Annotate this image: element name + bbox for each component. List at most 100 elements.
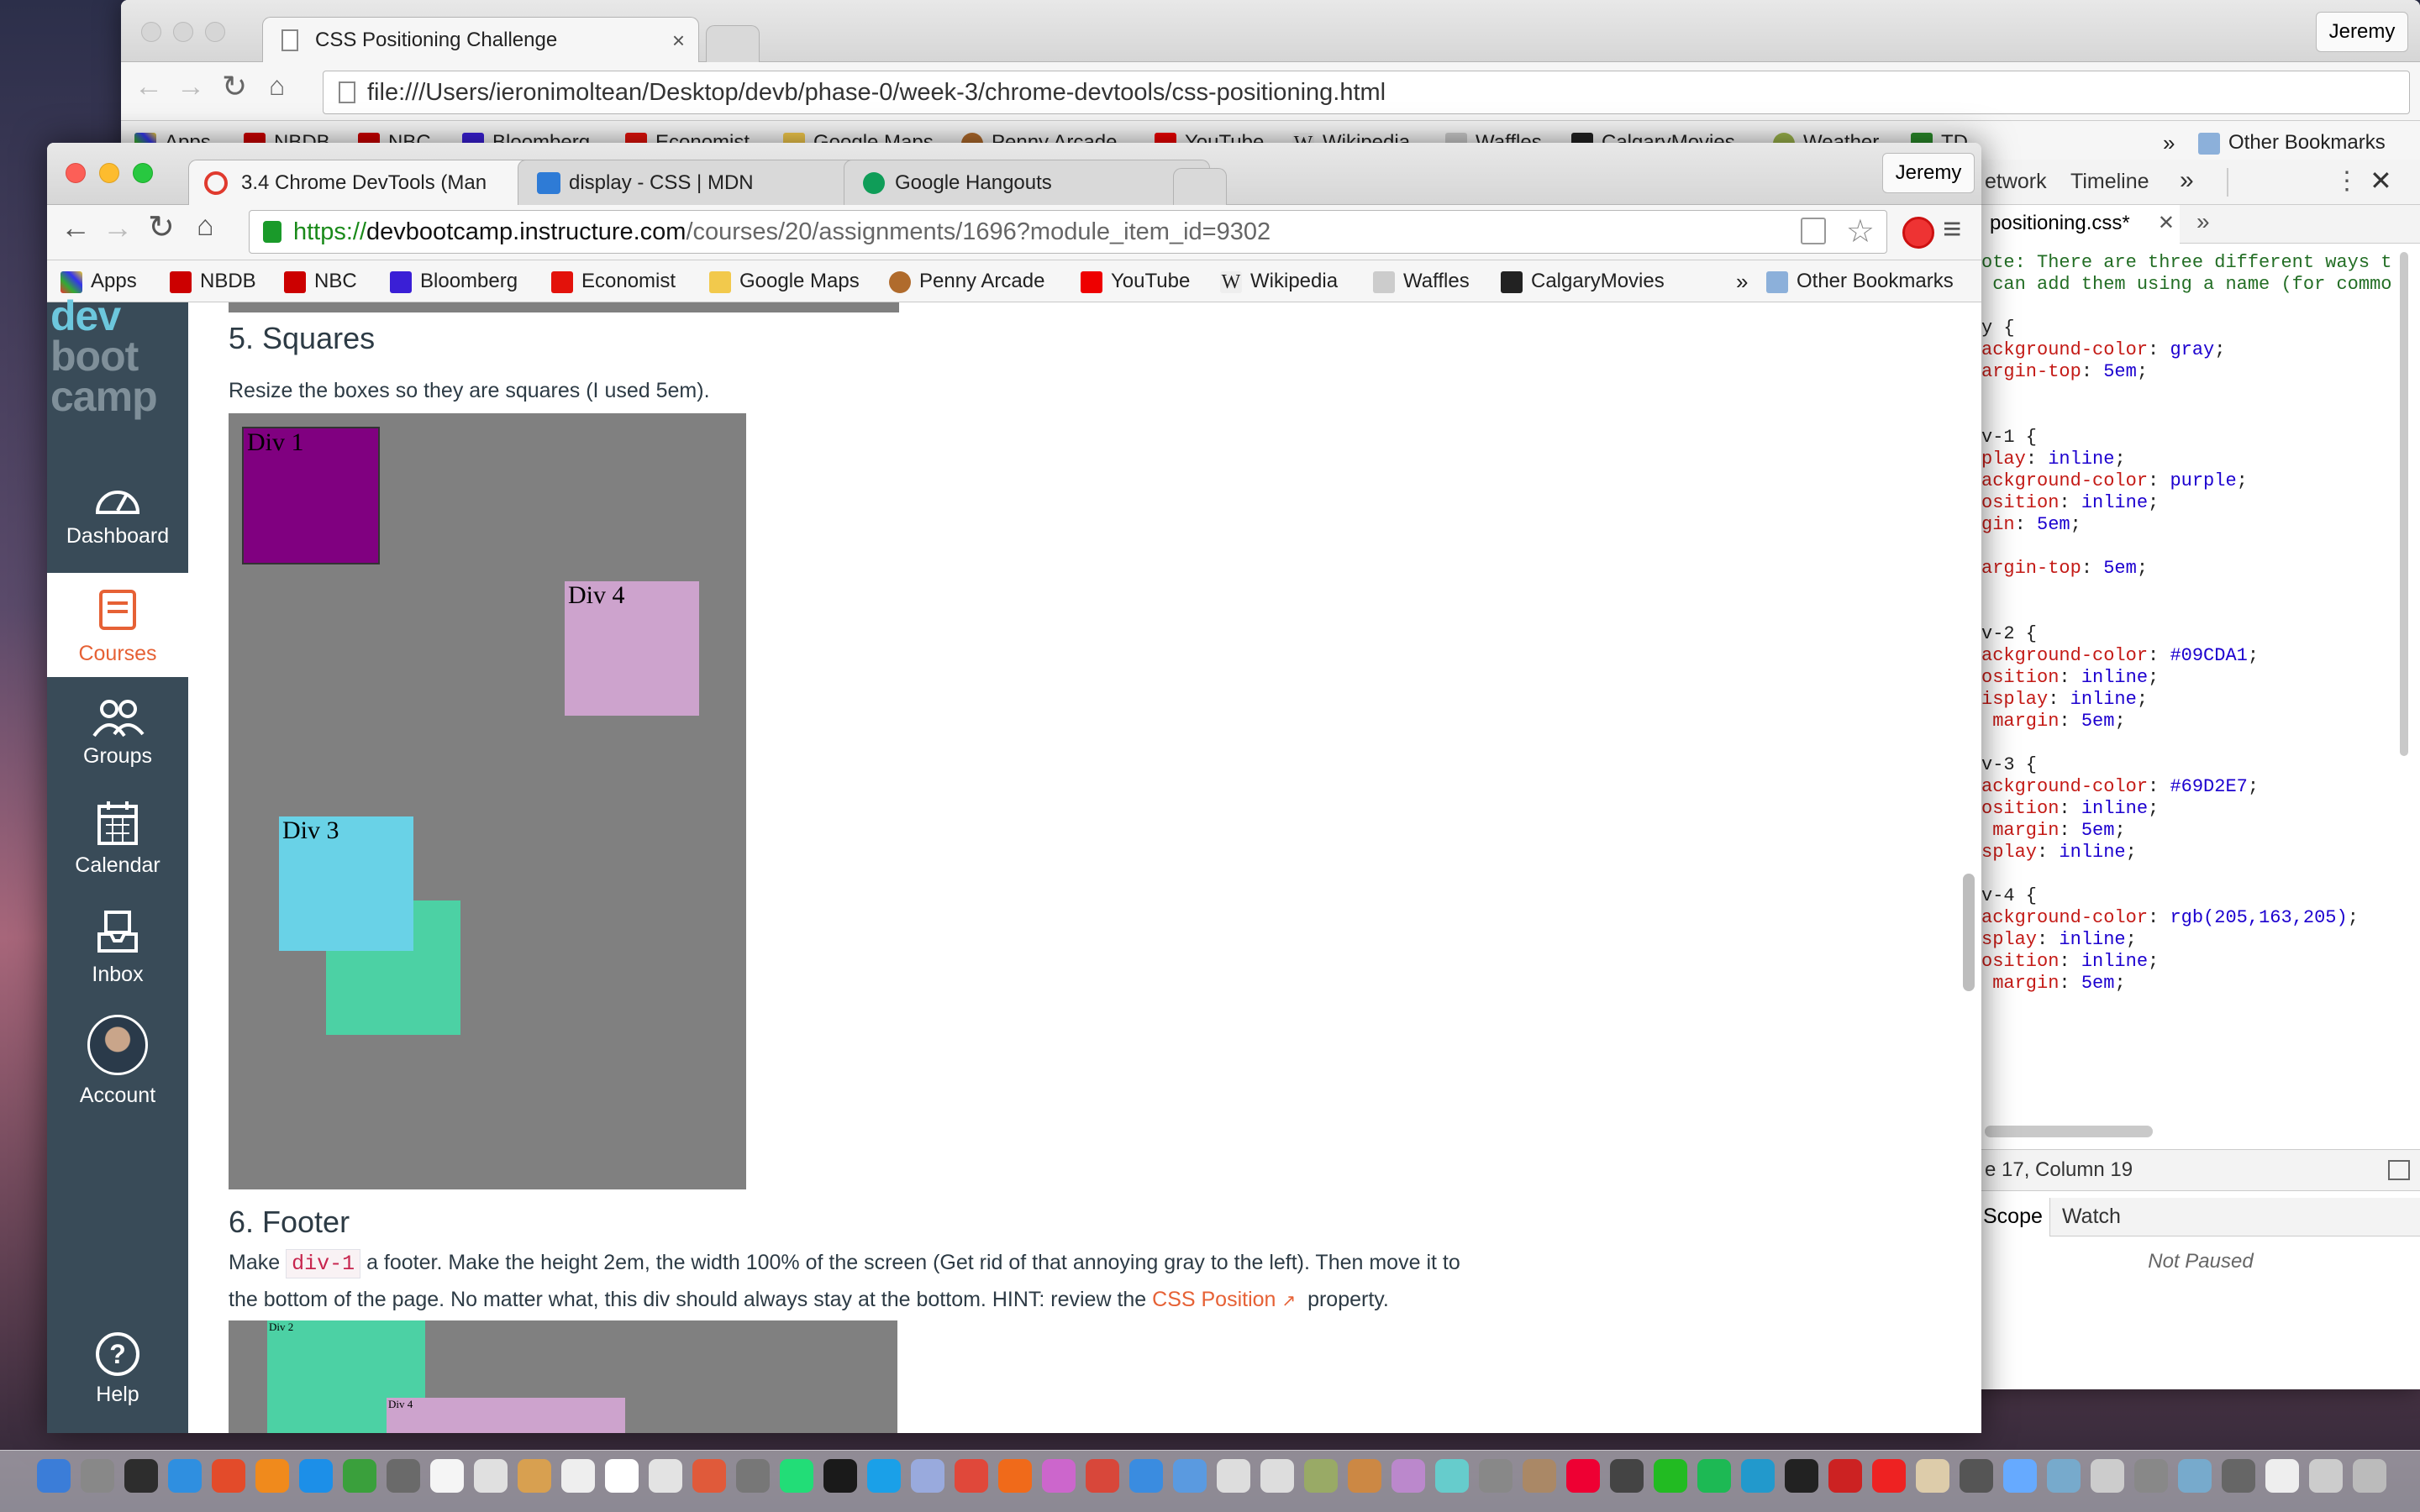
reload-icon[interactable]: ↻ xyxy=(148,208,175,246)
dock-app-icon[interactable] xyxy=(299,1459,333,1493)
bookmark-penny-arcade[interactable]: Penny Arcade xyxy=(889,260,1044,302)
dock-app-icon[interactable] xyxy=(911,1459,944,1493)
dock-app-icon[interactable] xyxy=(1960,1459,1993,1493)
horizontal-scrollbar[interactable] xyxy=(1985,1126,2153,1137)
toggle-drawer-icon[interactable] xyxy=(2388,1160,2410,1180)
dock-app-icon[interactable] xyxy=(1217,1459,1250,1493)
dock-app-icon[interactable] xyxy=(692,1459,726,1493)
nav-calendar[interactable]: Calendar xyxy=(47,800,188,900)
dock-app-icon[interactable] xyxy=(605,1459,639,1493)
bookmark-star-icon[interactable]: ☆ xyxy=(1846,211,1875,253)
more-files-icon[interactable]: » xyxy=(2196,208,2210,235)
dock-app-icon[interactable] xyxy=(1872,1459,1906,1493)
dock-app-icon[interactable] xyxy=(1523,1459,1556,1493)
dock-app-icon[interactable] xyxy=(2178,1459,2212,1493)
back-close-dot[interactable] xyxy=(141,22,161,42)
dock-app-icon[interactable] xyxy=(2091,1459,2124,1493)
nav-inbox[interactable]: Inbox xyxy=(47,909,188,1010)
bookmark-economist[interactable]: Economist xyxy=(551,260,676,302)
dock-app-icon[interactable] xyxy=(1086,1459,1119,1493)
dock-app-icon[interactable] xyxy=(124,1459,158,1493)
nav-help[interactable]: ? Help xyxy=(47,1332,188,1416)
extension-icon[interactable] xyxy=(1902,217,1934,249)
kebab-menu-icon[interactable]: ⋮ xyxy=(2334,166,2360,196)
devbootcamp-logo[interactable]: dev boot camp xyxy=(47,295,188,417)
dock-app-icon[interactable] xyxy=(1392,1459,1425,1493)
dock-app-icon[interactable] xyxy=(1129,1459,1163,1493)
minimize-window-dot[interactable] xyxy=(99,163,119,183)
dock-app-icon[interactable] xyxy=(1741,1459,1775,1493)
dock-app-icon[interactable] xyxy=(1260,1459,1294,1493)
tab-network[interactable]: etwork xyxy=(1985,170,2047,194)
tab-google-hangouts[interactable]: Google Hangouts × xyxy=(844,160,1210,205)
forward-arrow-icon[interactable]: → xyxy=(103,210,133,245)
dock-app-icon[interactable] xyxy=(518,1459,551,1493)
tab-mdn-display[interactable]: display - CSS | MDN × xyxy=(518,160,884,205)
tab-devtools-assignment[interactable]: 3.4 Chrome DevTools (Man × xyxy=(188,160,550,205)
menu-icon[interactable]: ≡ xyxy=(1943,212,1961,248)
dock-app-icon[interactable] xyxy=(1042,1459,1076,1493)
content-scrollbar[interactable] xyxy=(1963,874,1975,991)
dock-app-icon[interactable] xyxy=(81,1459,114,1493)
css-position-link[interactable]: CSS Position ↗ xyxy=(1152,1288,1296,1311)
bookmarks-overflow-icon[interactable]: » xyxy=(2163,121,2175,165)
address-bar[interactable]: https://devbootcamp.instructure.com/cour… xyxy=(249,210,1887,254)
dock-app-icon[interactable] xyxy=(561,1459,595,1493)
dock-app-icon[interactable] xyxy=(1828,1459,1862,1493)
dock-app-icon[interactable] xyxy=(2222,1459,2255,1493)
dock-app-icon[interactable] xyxy=(955,1459,988,1493)
dock-app-icon[interactable] xyxy=(1435,1459,1469,1493)
dock-app-icon[interactable] xyxy=(2047,1459,2081,1493)
zoom-window-dot[interactable] xyxy=(133,163,153,183)
dock-app-icon[interactable] xyxy=(1479,1459,1512,1493)
nav-courses[interactable]: Courses xyxy=(47,573,188,677)
close-icon[interactable]: ✕ xyxy=(2370,165,2392,197)
dock-app-icon[interactable] xyxy=(1173,1459,1207,1493)
bookmark-waffles[interactable]: Waffles xyxy=(1373,260,1470,302)
dock-app-icon[interactable] xyxy=(2265,1459,2299,1493)
back-tab-css-positioning[interactable]: CSS Positioning Challenge × xyxy=(262,17,699,62)
back-profile-button[interactable]: Jeremy xyxy=(2316,12,2408,52)
dock-app-icon[interactable] xyxy=(823,1459,857,1493)
bookmark-wikipedia[interactable]: WWikipedia xyxy=(1220,260,1338,302)
dock-app-icon[interactable] xyxy=(2003,1459,2037,1493)
bookmark-youtube[interactable]: YouTube xyxy=(1081,260,1190,302)
tab-timeline[interactable]: Timeline xyxy=(2070,170,2149,194)
back-arrow-icon[interactable]: ← xyxy=(134,71,163,103)
dock-app-icon[interactable] xyxy=(343,1459,376,1493)
dock-app-icon[interactable] xyxy=(2353,1459,2386,1493)
dock-app-icon[interactable] xyxy=(2309,1459,2343,1493)
dock-app-icon[interactable] xyxy=(1916,1459,1949,1493)
bookmark-bloomberg[interactable]: Bloomberg xyxy=(390,260,518,302)
profile-button[interactable]: Jeremy xyxy=(1882,153,1975,193)
dock-app-icon[interactable] xyxy=(37,1459,71,1493)
close-window-dot[interactable] xyxy=(66,163,86,183)
dock-app-icon[interactable] xyxy=(780,1459,813,1493)
bookmark-other-bookmarks[interactable]: Other Bookmarks xyxy=(2198,121,2386,165)
editor-scrollbar[interactable] xyxy=(2396,252,2412,756)
dock-app-icon[interactable] xyxy=(867,1459,901,1493)
close-icon[interactable]: ✕ xyxy=(2158,205,2175,242)
dock-app-icon[interactable] xyxy=(1304,1459,1338,1493)
blocked-plugin-icon[interactable] xyxy=(1801,218,1826,244)
nav-account[interactable]: Account xyxy=(47,1015,188,1132)
reload-icon[interactable]: ↻ xyxy=(222,69,247,104)
back-address-bar[interactable]: file:///Users/ieronimoltean/Desktop/devb… xyxy=(323,71,2410,114)
home-icon[interactable]: ⌂ xyxy=(197,210,214,243)
dock-app-icon[interactable] xyxy=(168,1459,202,1493)
dock-app-icon[interactable] xyxy=(255,1459,289,1493)
dock-app-icon[interactable] xyxy=(212,1459,245,1493)
dock-app-icon[interactable] xyxy=(1785,1459,1818,1493)
bookmark-google-maps[interactable]: Google Maps xyxy=(709,260,860,302)
dock-app-icon[interactable] xyxy=(1654,1459,1687,1493)
css-source-editor[interactable]: ote: There are three different ways t ca… xyxy=(1981,252,2393,1126)
bookmark-nbc[interactable]: NBC xyxy=(284,260,357,302)
dock-app-icon[interactable] xyxy=(2134,1459,2168,1493)
bookmarks-overflow-icon[interactable]: » xyxy=(1736,260,1748,302)
dock-app-icon[interactable] xyxy=(1566,1459,1600,1493)
back-new-tab-button[interactable] xyxy=(706,25,760,62)
back-zoom-dot[interactable] xyxy=(205,22,225,42)
back-arrow-icon[interactable]: ← xyxy=(60,210,91,245)
close-icon[interactable]: × xyxy=(672,18,685,62)
dock-app-icon[interactable] xyxy=(1697,1459,1731,1493)
